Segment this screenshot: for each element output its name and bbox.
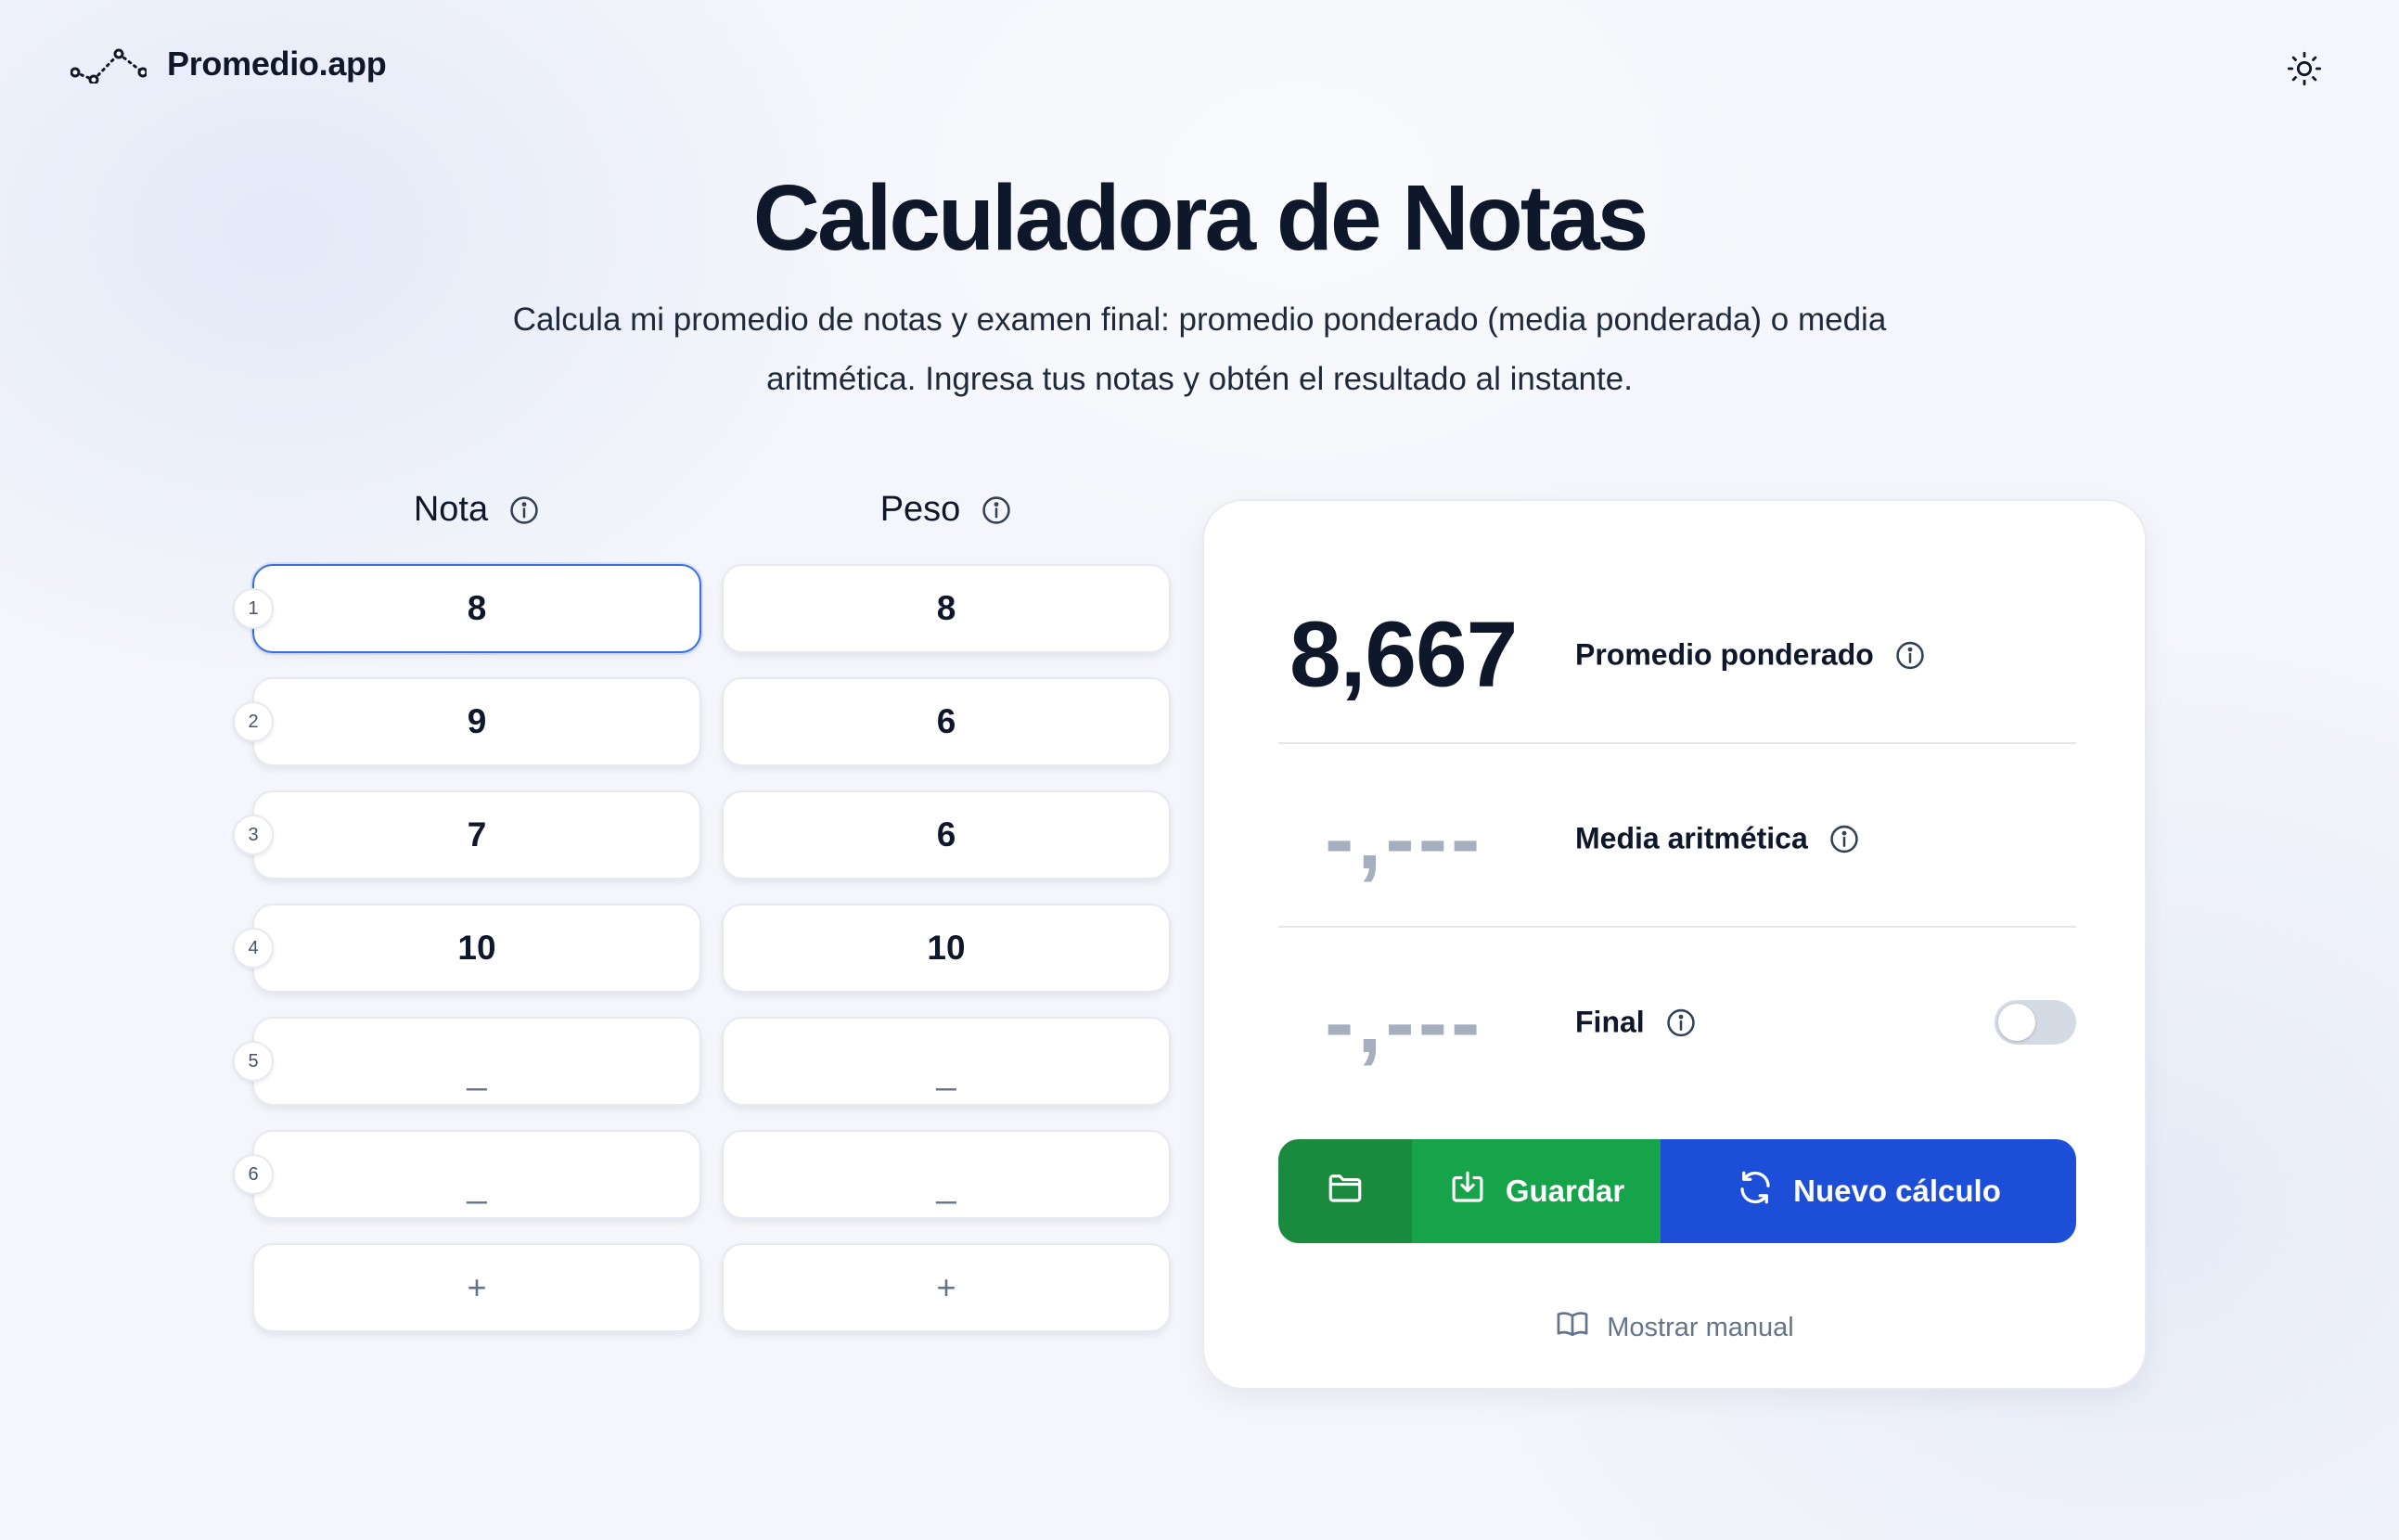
row-number: 4: [233, 928, 274, 969]
open-saved-button[interactable]: [1278, 1139, 1412, 1243]
arithmetic-mean-label: Media aritmética: [1575, 821, 1808, 855]
download-icon: [1448, 1168, 1487, 1214]
refresh-icon: [1736, 1168, 1775, 1214]
peso-value: 6: [936, 815, 956, 853]
weighted-average-value: 8,667: [1289, 602, 1518, 707]
nota-value: 9: [467, 702, 487, 740]
new-calculation-button[interactable]: Nuevo cálculo: [1661, 1139, 2076, 1243]
final-toggle-switch[interactable]: [1995, 1000, 2076, 1045]
info-icon[interactable]: [1828, 823, 1860, 854]
weighted-average-row: 8,667 Promedio ponderado: [1278, 564, 2076, 746]
page-subtitle: Calcula mi promedio de notas y examen fi…: [512, 302, 1887, 397]
final-row: -,--- Final: [1278, 931, 2076, 1113]
peso-input[interactable]: 10: [722, 904, 1171, 993]
info-icon[interactable]: [1894, 639, 1926, 671]
nota-placeholder: _: [467, 1165, 487, 1205]
arithmetic-mean-label-group: Media aritmética: [1575, 822, 1860, 856]
action-button-group: Guardar Nuevo cálculo: [1278, 1139, 2076, 1243]
toggle-knob: [1998, 1004, 2035, 1041]
weighted-average-label: Promedio ponderado: [1575, 637, 1874, 672]
logo-text: Promedio.app: [167, 45, 387, 83]
final-label-group: Final: [1575, 1006, 1697, 1040]
nota-placeholder: _: [467, 1052, 487, 1092]
nota-column-label: Nota: [413, 490, 489, 529]
row-number: 3: [233, 815, 274, 855]
nota-value: 8: [467, 589, 487, 627]
peso-column-label: Peso: [879, 490, 961, 529]
peso-value: 8: [936, 589, 956, 627]
arithmetic-mean-value: -,---: [1325, 789, 1484, 887]
final-value: -,---: [1325, 973, 1484, 1071]
peso-value: 10: [927, 929, 966, 967]
info-icon[interactable]: [1665, 1007, 1697, 1038]
save-label: Guardar: [1505, 1174, 1625, 1208]
page-title: Calculadora de Notas: [752, 166, 1649, 270]
peso-placeholder: _: [936, 1052, 956, 1092]
logo[interactable]: Promedio.app: [71, 45, 387, 83]
arithmetic-mean-row: -,--- Media aritmética: [1278, 748, 2076, 930]
nota-input[interactable]: 8: [252, 564, 701, 653]
row-number: 6: [233, 1154, 274, 1195]
book-icon: [1555, 1306, 1590, 1349]
peso-input[interactable]: _: [722, 1130, 1171, 1219]
add-nota-row-button[interactable]: +: [252, 1243, 701, 1332]
peso-input[interactable]: _: [722, 1017, 1171, 1106]
add-peso-row-button[interactable]: +: [722, 1243, 1171, 1332]
final-label: Final: [1575, 1005, 1645, 1039]
nota-value: 7: [467, 815, 487, 853]
peso-input[interactable]: 8: [722, 564, 1171, 653]
results-card: 8,667 Promedio ponderado -,--- Media ari…: [1202, 499, 2147, 1390]
new-calculation-label: Nuevo cálculo: [1793, 1174, 2001, 1208]
row-number: 5: [233, 1041, 274, 1082]
row-number: 1: [233, 588, 274, 629]
show-manual-link[interactable]: Mostrar manual: [1204, 1306, 2145, 1349]
nota-input[interactable]: _: [252, 1130, 701, 1219]
row-number: 2: [233, 701, 274, 742]
peso-placeholder: _: [936, 1165, 956, 1205]
chart-line-icon: [71, 45, 147, 83]
sun-icon: [2286, 50, 2323, 92]
nota-input[interactable]: 10: [252, 904, 701, 993]
peso-column-header: Peso: [722, 490, 1171, 530]
save-button[interactable]: Guardar: [1412, 1139, 1661, 1243]
folder-icon: [1326, 1168, 1365, 1214]
plus-icon: +: [467, 1268, 487, 1306]
nota-value: 10: [457, 929, 496, 967]
show-manual-label: Mostrar manual: [1607, 1312, 1794, 1342]
info-icon[interactable]: [981, 494, 1012, 526]
theme-toggle-button[interactable]: [2284, 50, 2325, 91]
nota-input[interactable]: 7: [252, 790, 701, 879]
peso-value: 6: [936, 702, 956, 740]
divider: [1278, 926, 2076, 928]
peso-input[interactable]: 6: [722, 790, 1171, 879]
nota-column-header: Nota: [252, 490, 701, 530]
info-icon[interactable]: [508, 494, 540, 526]
peso-input[interactable]: 6: [722, 677, 1171, 766]
divider: [1278, 742, 2076, 744]
nota-input[interactable]: _: [252, 1017, 701, 1106]
nota-input[interactable]: 9: [252, 677, 701, 766]
weighted-average-label-group: Promedio ponderado: [1575, 638, 1926, 673]
plus-icon: +: [936, 1268, 956, 1306]
